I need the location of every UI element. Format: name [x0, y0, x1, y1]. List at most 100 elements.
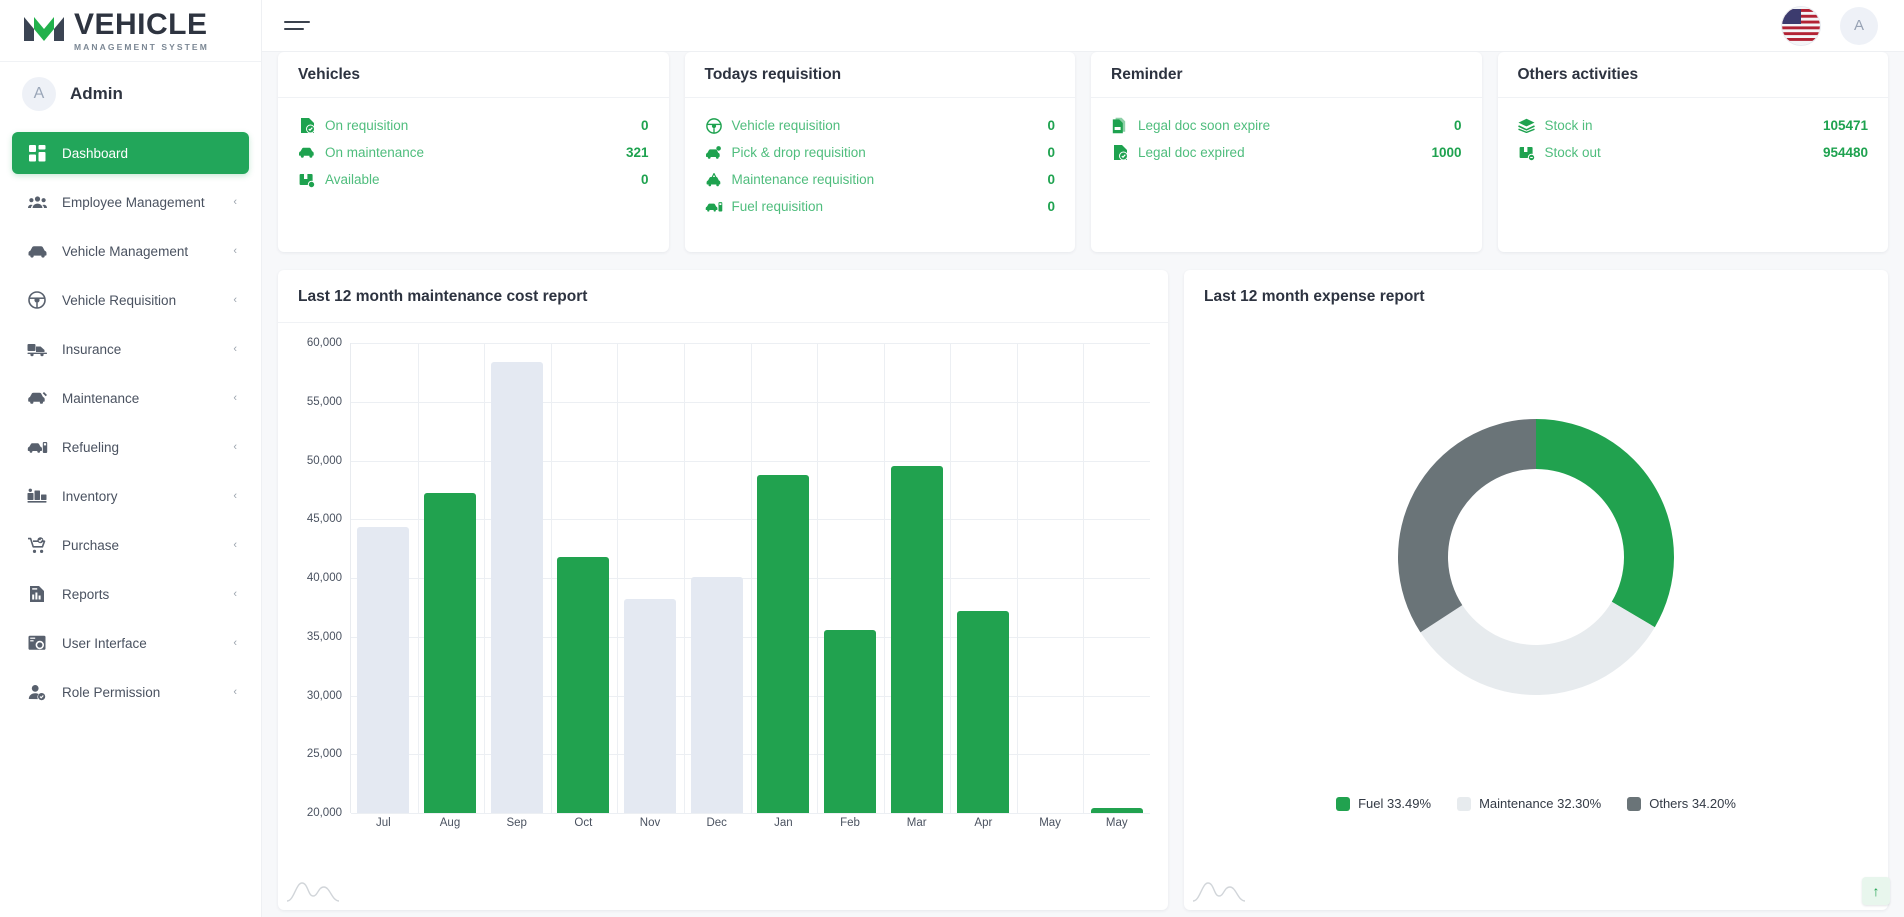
donut-slice[interactable]	[1398, 419, 1536, 633]
stat-label: Legal doc expired	[1138, 145, 1245, 160]
sidebar-item-reports[interactable]: Reports ‹	[12, 573, 249, 615]
bar[interactable]	[890, 466, 943, 813]
header-avatar[interactable]: A	[1840, 6, 1878, 45]
y-axis-tick: 55,000	[306, 395, 342, 408]
bar[interactable]	[1090, 808, 1143, 813]
sidebar-item-vehicle-management[interactable]: Vehicle Management ‹	[12, 230, 249, 272]
bar-slot	[1083, 343, 1150, 813]
legend-item-maintenance[interactable]: Maintenance 32.30%	[1457, 796, 1601, 811]
legend-item-others[interactable]: Others 34.20%	[1627, 796, 1736, 811]
sidebar-item-purchase[interactable]: Purchase ‹	[12, 524, 249, 566]
sidebar-item-label: Dashboard	[62, 145, 129, 161]
chevron-left-icon: ‹	[233, 343, 237, 355]
stat-row-fuel-requisition[interactable]: Fuel requisition 0	[705, 193, 1055, 220]
x-axis-tick: Mar	[906, 817, 927, 829]
stat-row-legal-doc-soon-expire[interactable]: Legal doc soon expire 0	[1111, 112, 1462, 139]
stat-row-legal-doc-expired[interactable]: Legal doc expired 1000	[1111, 139, 1462, 166]
card-title: Others activities	[1497, 52, 1888, 98]
sidebar-item-employee-management[interactable]: Employee Management ‹	[12, 181, 249, 223]
stat-value: 0	[1047, 118, 1055, 133]
sidebar-user[interactable]: A Admin	[0, 62, 261, 126]
sparkline-icon	[1192, 878, 1246, 902]
stat-value: 0	[1047, 199, 1055, 214]
bar-slot	[950, 343, 1017, 813]
chevron-left-icon: ‹	[233, 392, 237, 404]
main-content: Vehicles On requisition 0 On maintenance	[262, 52, 1904, 917]
stat-value: 105471	[1822, 118, 1868, 133]
sidebar-item-vehicle-requisition[interactable]: Vehicle Requisition ‹	[12, 279, 249, 321]
y-axis-tick: 25,000	[306, 748, 342, 761]
us-flag-icon[interactable]	[1782, 6, 1820, 45]
x-axis-tick: Apr	[974, 817, 993, 829]
sidebar-item-label: Refueling	[62, 439, 120, 455]
x-axis-tick: Oct	[574, 817, 593, 829]
steering-wheel-icon	[26, 290, 48, 310]
legend-label: Maintenance 32.30%	[1479, 796, 1602, 811]
hamburger-icon[interactable]	[284, 16, 310, 35]
scroll-to-top-button[interactable]: ↑	[1862, 877, 1890, 905]
chevron-left-icon: ‹	[233, 588, 237, 600]
sidebar-item-inventory[interactable]: Inventory ‹	[12, 475, 249, 517]
sidebar-item-label: Vehicle Management	[62, 243, 189, 259]
bar[interactable]	[757, 474, 810, 813]
bar[interactable]	[957, 610, 1010, 813]
stat-row-pick-drop-requisition[interactable]: Pick & drop requisition 0	[705, 139, 1055, 166]
donut-slice[interactable]	[1536, 419, 1674, 628]
bar[interactable]	[690, 576, 743, 813]
inventory-icon	[26, 486, 48, 506]
sidebar-item-label: Reports	[62, 586, 110, 602]
donut-slice[interactable]	[1420, 601, 1655, 695]
y-axis-tick: 40,000	[306, 572, 342, 584]
summary-cards: Vehicles On requisition 0 On maintenance	[278, 52, 1888, 252]
stat-row-vehicle-requisition[interactable]: Vehicle requisition 0	[705, 112, 1055, 139]
chart-title: Last 12 month expense report	[1204, 288, 1425, 305]
maintenance-cost-chart-card: Last 12 month maintenance cost report 20…	[278, 270, 1168, 910]
stat-row-available[interactable]: Available 0	[298, 166, 649, 193]
brand-logo[interactable]: VEHICLE MANAGEMENT SYSTEM	[0, 0, 261, 62]
bar-series	[350, 343, 1150, 813]
sidebar-item-refueling[interactable]: Refueling ‹	[12, 426, 249, 468]
bar[interactable]	[490, 361, 543, 813]
x-axis-tick: Jul	[375, 817, 391, 829]
stat-value: 321	[625, 145, 649, 160]
charts-section: Last 12 month maintenance cost report 20…	[278, 270, 1888, 910]
stat-row-on-requisition[interactable]: On requisition 0	[298, 112, 649, 139]
sidebar-item-insurance[interactable]: Insurance ‹	[12, 328, 249, 370]
chevron-left-icon: ‹	[233, 245, 237, 257]
chart-title: Last 12 month maintenance cost report	[278, 270, 1168, 323]
chevron-left-icon: ‹	[233, 686, 237, 698]
bar[interactable]	[424, 493, 476, 813]
stat-row-on-maintenance[interactable]: On maintenance 321	[298, 139, 649, 166]
stat-label: Vehicle requisition	[731, 118, 841, 133]
grid-line	[351, 813, 1150, 814]
legend-item-fuel[interactable]: Fuel 33.49%	[1336, 796, 1431, 811]
sidebar-item-role-permission[interactable]: Role Permission ‹	[12, 671, 249, 713]
sidebar-item-user-interface[interactable]: User Interface ‹	[12, 622, 249, 664]
car-pin-icon	[705, 144, 723, 162]
stat-row-stock-out[interactable]: Stock out 954480	[1518, 139, 1868, 166]
bar[interactable]	[557, 556, 610, 813]
card-todays-requisition: Todays requisition Vehicle requisition 0	[684, 52, 1075, 252]
stat-value: 0	[1047, 145, 1055, 160]
bar[interactable]	[824, 629, 877, 813]
chevron-left-icon: ‹	[233, 196, 237, 208]
bar[interactable]	[624, 599, 677, 813]
bar-slot	[750, 343, 817, 813]
stat-value: 954480	[1822, 145, 1868, 160]
sidebar-item-dashboard[interactable]: Dashboard	[12, 132, 249, 174]
stat-row-maintenance-requisition[interactable]: Maintenance requisition 0	[705, 166, 1055, 193]
legend-label: Others 34.20%	[1649, 796, 1736, 811]
user-interface-icon	[26, 633, 48, 653]
stat-row-stock-in[interactable]: Stock in 105471	[1518, 112, 1868, 139]
card-title: Reminder	[1091, 52, 1482, 98]
bar[interactable]	[357, 527, 410, 813]
y-axis-tick: 20,000	[306, 807, 342, 819]
sidebar-item-maintenance[interactable]: Maintenance ‹	[12, 377, 249, 419]
sidebar-item-label: Insurance	[62, 341, 122, 357]
bar-chart: 20,000 25,000 30,000 35,000 40,000 45,000 50,0…	[296, 337, 1150, 873]
car-repair-icon	[26, 388, 48, 408]
expense-report-chart-card: Last 12 month expense report Fuel 33.49%…	[1184, 270, 1888, 910]
card-title: Vehicles	[278, 52, 669, 98]
card-vehicles: Vehicles On requisition 0 On maintenance	[278, 52, 669, 252]
doc-check-icon	[1111, 144, 1129, 162]
